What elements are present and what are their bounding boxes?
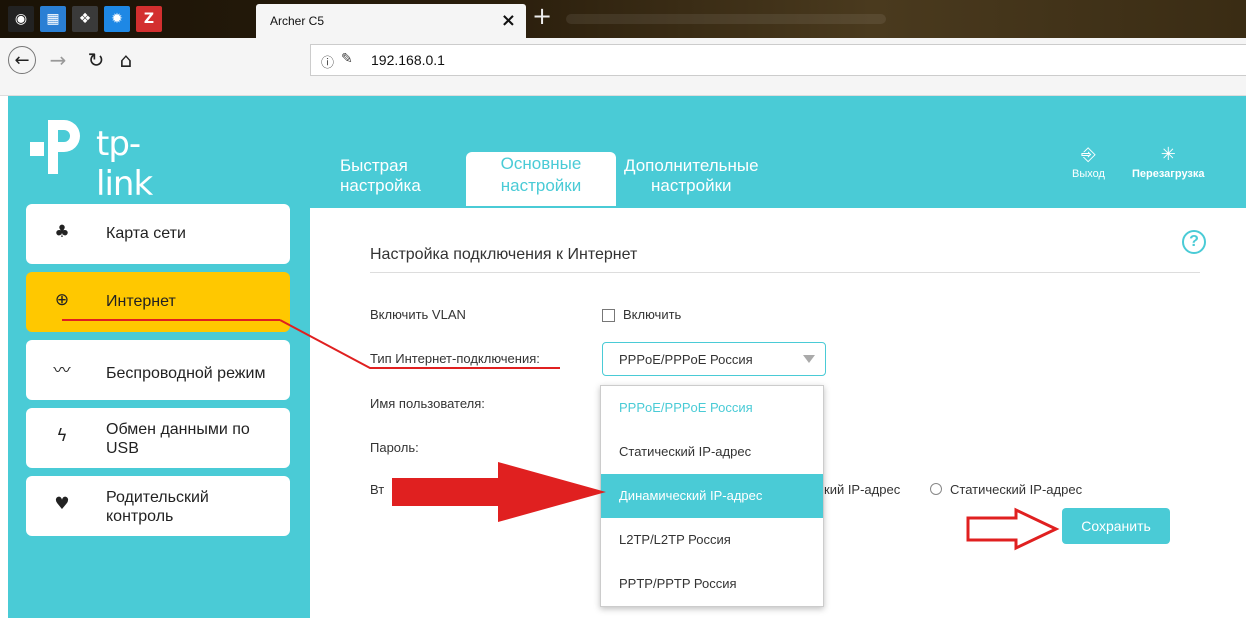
tp-link-logo: tp-link xyxy=(26,114,196,204)
usb-icon: ϟ xyxy=(56,426,68,446)
home-button[interactable]: ⌂ xyxy=(112,46,140,74)
tab-basic-settings[interactable]: Основные настройки xyxy=(466,152,616,206)
vlan-checkbox-label[interactable]: Включить xyxy=(623,307,681,322)
heart-icon: ♥ xyxy=(54,494,70,514)
forward-button[interactable]: → xyxy=(44,46,72,74)
back-button[interactable]: ← xyxy=(8,46,36,74)
dropdown-option-pppoe[interactable]: PPPoE/PPPoE Россия xyxy=(601,386,823,430)
url-bar[interactable]: ⓘ ✎ 192.168.0.1 xyxy=(310,44,1246,76)
browser-tab-archer[interactable]: Archer C5 × xyxy=(256,4,526,38)
wifi-icon: 〰 xyxy=(53,360,71,381)
z-app-icon[interactable]: Z xyxy=(136,6,162,32)
connection-type-dropdown: PPPoE/PPPoE Россия Статический IP-адрес … xyxy=(600,385,824,607)
info-icon[interactable]: ⓘ xyxy=(321,52,334,71)
logout-button[interactable]: ⎆ Выход xyxy=(1072,144,1105,180)
sidebar-item-internet[interactable]: ⊕ Интернет xyxy=(26,272,290,332)
browser-nav-bar: ← → ↻ ⌂ ⓘ ✎ 192.168.0.1 xyxy=(0,38,1246,96)
secondary-connection-label: Вт xyxy=(370,482,385,497)
gear-app-icon[interactable]: ✹ xyxy=(104,6,130,32)
globe-icon: ⊕ xyxy=(54,290,70,310)
tab-quick-setup[interactable]: Быстрая настройка xyxy=(340,156,421,196)
radio-static-ip-label[interactable]: Статический IP-адрес xyxy=(950,482,1082,497)
save-button[interactable]: Сохранить xyxy=(1062,508,1170,544)
reboot-button[interactable]: ✳ Перезагрузка xyxy=(1132,144,1205,180)
help-icon[interactable]: ? xyxy=(1182,230,1206,254)
grid-app-icon[interactable]: ▦ xyxy=(40,6,66,32)
password-label: Пароль: xyxy=(370,440,419,455)
url-text[interactable]: 192.168.0.1 xyxy=(371,52,445,68)
sidebar-item-network-map[interactable]: ♣ Карта сети xyxy=(26,204,290,264)
dropdown-option-static-ip[interactable]: Статический IP-адрес xyxy=(601,430,823,474)
close-tab-icon[interactable]: × xyxy=(501,10,516,31)
blurred-tab xyxy=(566,14,886,24)
radio-dynamic-ip-label[interactable]: кий IP-адрес xyxy=(824,482,900,497)
sidebar-item-usb[interactable]: ϟ Обмен данными по USB xyxy=(26,408,290,468)
logout-icon: ⎆ xyxy=(1081,144,1096,165)
sidebar-item-wireless[interactable]: 〰 Беспроводной режим xyxy=(26,340,290,400)
section-title: Настройка подключения к Интернет xyxy=(370,246,638,263)
radio-static-ip[interactable] xyxy=(930,483,942,495)
reload-button[interactable]: ↻ xyxy=(82,46,110,74)
dropdown-option-l2tp[interactable]: L2TP/L2TP Россия xyxy=(601,518,823,562)
dropdown-option-dynamic-ip[interactable]: Динамический IP-адрес xyxy=(601,474,823,518)
tab-title: Archer C5 xyxy=(270,14,325,28)
tp-link-logo-icon xyxy=(30,120,80,174)
sidebar-item-parental-control[interactable]: ♥ Родительский контроль xyxy=(26,476,290,536)
circle-arrow-icon[interactable]: ◉ xyxy=(8,6,34,32)
connection-type-select[interactable]: PPPoE/PPPoE Россия xyxy=(602,342,826,376)
photo-app-icon[interactable]: ❖ xyxy=(72,6,98,32)
network-map-icon: ♣ xyxy=(54,222,70,242)
vlan-label: Включить VLAN xyxy=(370,307,466,322)
dropdown-arrow-icon xyxy=(803,355,815,363)
new-tab-button[interactable]: + xyxy=(532,2,552,30)
tab-advanced-settings[interactable]: Дополнительные настройки xyxy=(624,156,759,196)
username-label: Имя пользователя: xyxy=(370,396,485,411)
section-divider xyxy=(370,272,1200,273)
vlan-checkbox[interactable] xyxy=(602,309,615,322)
reboot-icon: ✳ xyxy=(1160,144,1176,165)
brand-name: tp-link xyxy=(96,124,153,204)
connection-type-value: PPPoE/PPPoE Россия xyxy=(619,352,753,367)
insecure-lock-icon[interactable]: ✎ xyxy=(341,51,353,67)
dropdown-option-pptp[interactable]: PPTP/PPTP Россия xyxy=(601,562,823,606)
browser-tab-bar: ◉ ▦ ❖ ✹ Z Archer C5 × + xyxy=(0,0,1246,38)
connection-type-label: Тип Интернет-подключения: xyxy=(370,351,540,366)
